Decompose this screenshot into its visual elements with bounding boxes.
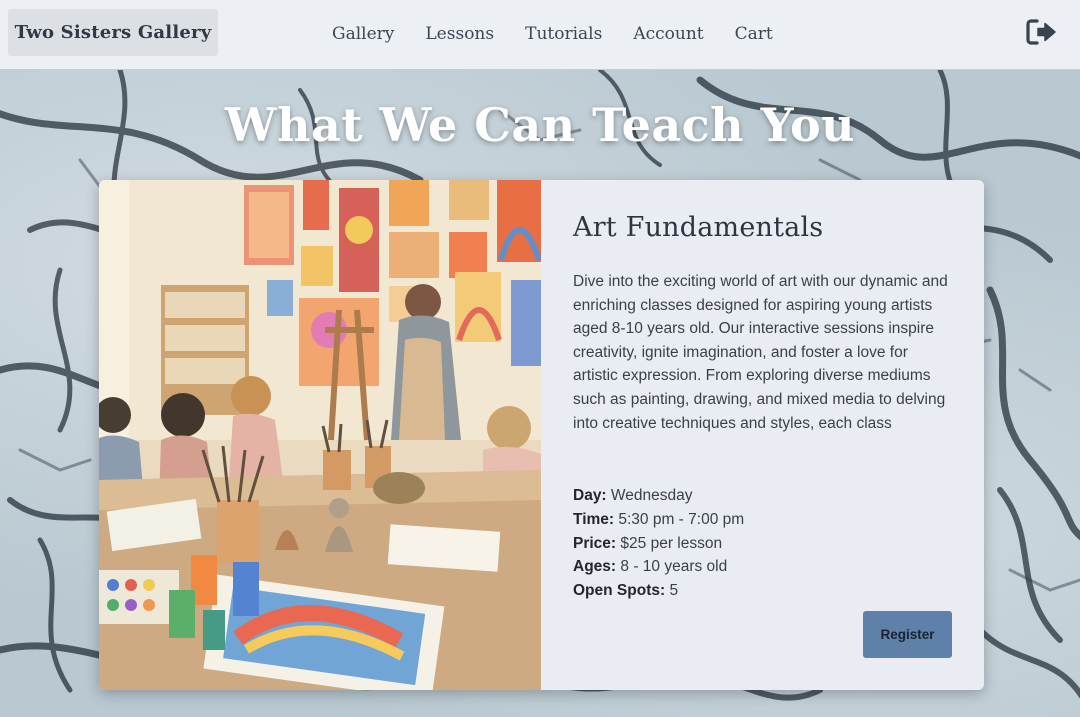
nav-links: Gallery Lessons Tutorials Account Cart — [332, 22, 804, 46]
day-row: Day: Wednesday — [573, 484, 744, 508]
nav-link-account[interactable]: Account — [633, 22, 703, 46]
brand-logo[interactable]: Two Sisters Gallery — [8, 9, 218, 56]
price-label: Price: — [573, 534, 617, 552]
lesson-card: Art Fundamentals Dive into the exciting … — [99, 180, 984, 690]
course-title: Art Fundamentals — [573, 212, 824, 243]
logout-icon[interactable] — [1024, 16, 1060, 48]
nav-link-gallery[interactable]: Gallery — [332, 22, 394, 46]
top-nav: Two Sisters Gallery Gallery Lessons Tuto… — [0, 0, 1080, 70]
nav-link-lessons[interactable]: Lessons — [425, 22, 494, 46]
spots-label: Open Spots: — [573, 582, 666, 600]
nav-link-tutorials[interactable]: Tutorials — [525, 22, 602, 46]
register-button[interactable]: Register — [863, 611, 952, 658]
spots-value: 5 — [669, 582, 679, 600]
day-label: Day: — [573, 487, 607, 504]
time-row: Time: 5:30 pm - 7:00 pm — [573, 508, 744, 532]
ages-value: 8 - 10 years old — [620, 558, 728, 576]
course-info: Day: Wednesday Time: 5:30 pm - 7:00 pm P… — [573, 484, 744, 603]
ages-label: Ages: — [573, 558, 617, 576]
price-value: $25 per lesson — [620, 534, 723, 552]
lesson-details: Art Fundamentals Dive into the exciting … — [573, 180, 953, 690]
spots-row: Open Spots: 5 — [573, 579, 744, 603]
ages-row: Ages: 8 - 10 years old — [573, 555, 744, 579]
day-value: Wednesday — [610, 487, 693, 504]
course-description: Dive into the exciting world of art with… — [573, 273, 948, 432]
hero-section: What We Can Teach You Art Fundamentals D… — [0, 70, 1080, 717]
page-title: What We Can Teach You — [224, 98, 856, 152]
time-value: 5:30 pm - 7:00 pm — [618, 510, 745, 528]
nav-link-cart[interactable]: Cart — [735, 22, 773, 46]
lesson-image — [99, 180, 541, 690]
time-label: Time: — [573, 510, 615, 528]
price-row: Price: $25 per lesson — [573, 532, 744, 556]
